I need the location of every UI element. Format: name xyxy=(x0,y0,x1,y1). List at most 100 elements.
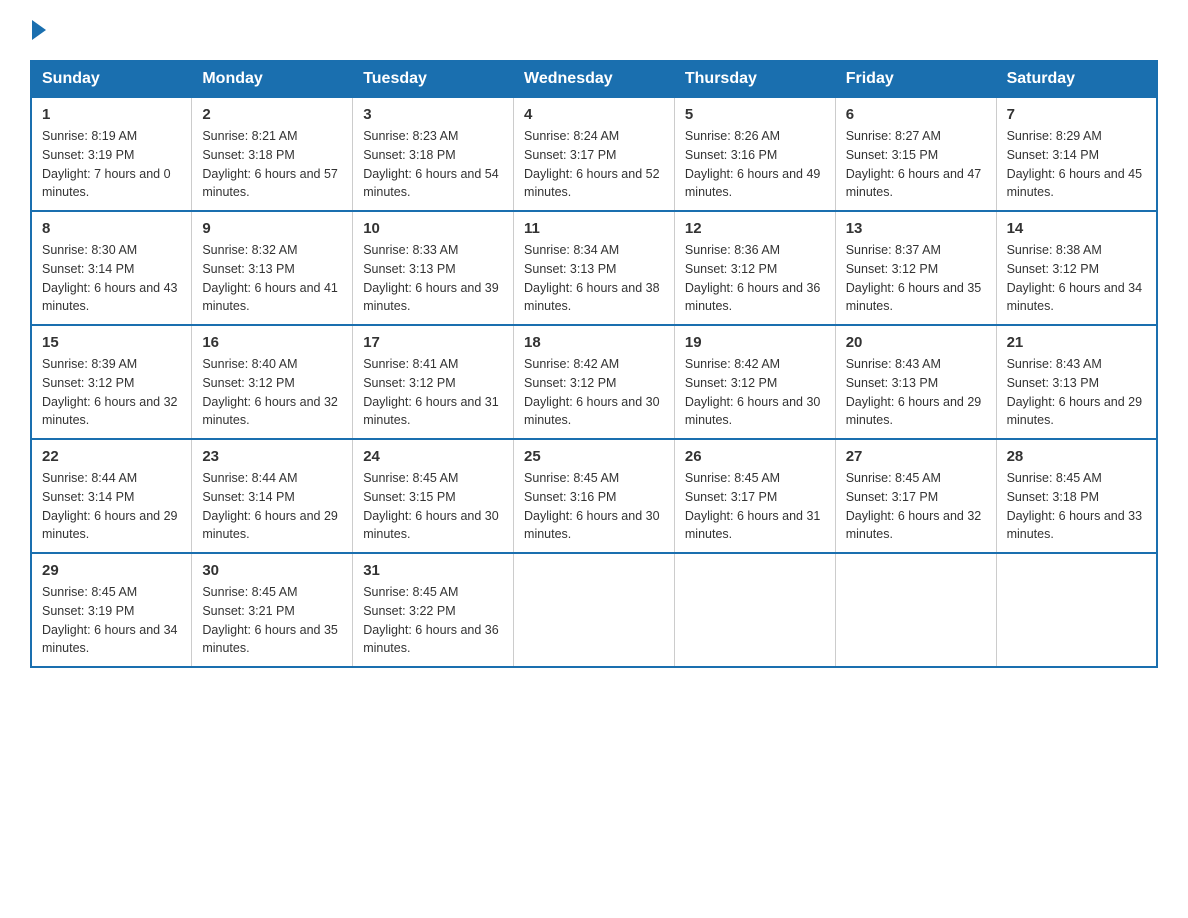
calendar-day-cell xyxy=(996,553,1157,667)
day-info: Sunrise: 8:37 AMSunset: 3:12 PMDaylight:… xyxy=(846,243,982,313)
day-number: 4 xyxy=(524,106,664,123)
calendar-day-cell: 25 Sunrise: 8:45 AMSunset: 3:16 PMDaylig… xyxy=(514,439,675,553)
calendar-header-row: SundayMondayTuesdayWednesdayThursdayFrid… xyxy=(31,61,1157,97)
day-info: Sunrise: 8:19 AMSunset: 3:19 PMDaylight:… xyxy=(42,129,171,199)
day-of-week-header: Saturday xyxy=(996,61,1157,97)
calendar-day-cell: 9 Sunrise: 8:32 AMSunset: 3:13 PMDayligh… xyxy=(192,211,353,325)
calendar-day-cell: 14 Sunrise: 8:38 AMSunset: 3:12 PMDaylig… xyxy=(996,211,1157,325)
calendar-day-cell: 22 Sunrise: 8:44 AMSunset: 3:14 PMDaylig… xyxy=(31,439,192,553)
calendar-day-cell: 10 Sunrise: 8:33 AMSunset: 3:13 PMDaylig… xyxy=(353,211,514,325)
calendar-day-cell: 27 Sunrise: 8:45 AMSunset: 3:17 PMDaylig… xyxy=(835,439,996,553)
calendar-day-cell: 20 Sunrise: 8:43 AMSunset: 3:13 PMDaylig… xyxy=(835,325,996,439)
day-info: Sunrise: 8:26 AMSunset: 3:16 PMDaylight:… xyxy=(685,129,821,199)
day-info: Sunrise: 8:30 AMSunset: 3:14 PMDaylight:… xyxy=(42,243,178,313)
calendar-day-cell: 2 Sunrise: 8:21 AMSunset: 3:18 PMDayligh… xyxy=(192,97,353,211)
day-info: Sunrise: 8:40 AMSunset: 3:12 PMDaylight:… xyxy=(202,357,338,427)
day-info: Sunrise: 8:36 AMSunset: 3:12 PMDaylight:… xyxy=(685,243,821,313)
day-number: 18 xyxy=(524,334,664,351)
calendar-day-cell: 28 Sunrise: 8:45 AMSunset: 3:18 PMDaylig… xyxy=(996,439,1157,553)
day-number: 13 xyxy=(846,220,986,237)
day-of-week-header: Thursday xyxy=(674,61,835,97)
page-header xyxy=(30,20,1158,40)
day-info: Sunrise: 8:32 AMSunset: 3:13 PMDaylight:… xyxy=(202,243,338,313)
day-info: Sunrise: 8:45 AMSunset: 3:22 PMDaylight:… xyxy=(363,585,499,655)
logo xyxy=(30,20,46,40)
calendar-day-cell xyxy=(835,553,996,667)
calendar-day-cell: 21 Sunrise: 8:43 AMSunset: 3:13 PMDaylig… xyxy=(996,325,1157,439)
day-of-week-header: Sunday xyxy=(31,61,192,97)
day-info: Sunrise: 8:45 AMSunset: 3:17 PMDaylight:… xyxy=(846,471,982,541)
calendar-day-cell: 19 Sunrise: 8:42 AMSunset: 3:12 PMDaylig… xyxy=(674,325,835,439)
calendar-day-cell: 18 Sunrise: 8:42 AMSunset: 3:12 PMDaylig… xyxy=(514,325,675,439)
day-number: 3 xyxy=(363,106,503,123)
day-number: 28 xyxy=(1007,448,1146,465)
calendar-week-row: 1 Sunrise: 8:19 AMSunset: 3:19 PMDayligh… xyxy=(31,97,1157,211)
day-number: 30 xyxy=(202,562,342,579)
day-info: Sunrise: 8:29 AMSunset: 3:14 PMDaylight:… xyxy=(1007,129,1143,199)
calendar-day-cell: 4 Sunrise: 8:24 AMSunset: 3:17 PMDayligh… xyxy=(514,97,675,211)
day-number: 10 xyxy=(363,220,503,237)
day-number: 21 xyxy=(1007,334,1146,351)
calendar-day-cell: 15 Sunrise: 8:39 AMSunset: 3:12 PMDaylig… xyxy=(31,325,192,439)
calendar-day-cell: 5 Sunrise: 8:26 AMSunset: 3:16 PMDayligh… xyxy=(674,97,835,211)
day-number: 9 xyxy=(202,220,342,237)
day-info: Sunrise: 8:45 AMSunset: 3:19 PMDaylight:… xyxy=(42,585,178,655)
logo-arrow-icon xyxy=(32,20,46,40)
day-number: 25 xyxy=(524,448,664,465)
calendar-day-cell: 1 Sunrise: 8:19 AMSunset: 3:19 PMDayligh… xyxy=(31,97,192,211)
day-info: Sunrise: 8:42 AMSunset: 3:12 PMDaylight:… xyxy=(524,357,660,427)
day-number: 15 xyxy=(42,334,181,351)
day-number: 19 xyxy=(685,334,825,351)
day-info: Sunrise: 8:23 AMSunset: 3:18 PMDaylight:… xyxy=(363,129,499,199)
day-info: Sunrise: 8:45 AMSunset: 3:17 PMDaylight:… xyxy=(685,471,821,541)
day-number: 26 xyxy=(685,448,825,465)
calendar-day-cell: 26 Sunrise: 8:45 AMSunset: 3:17 PMDaylig… xyxy=(674,439,835,553)
calendar-day-cell: 31 Sunrise: 8:45 AMSunset: 3:22 PMDaylig… xyxy=(353,553,514,667)
day-info: Sunrise: 8:42 AMSunset: 3:12 PMDaylight:… xyxy=(685,357,821,427)
calendar-day-cell xyxy=(674,553,835,667)
day-info: Sunrise: 8:43 AMSunset: 3:13 PMDaylight:… xyxy=(846,357,982,427)
calendar-day-cell: 24 Sunrise: 8:45 AMSunset: 3:15 PMDaylig… xyxy=(353,439,514,553)
day-of-week-header: Friday xyxy=(835,61,996,97)
day-number: 22 xyxy=(42,448,181,465)
day-number: 5 xyxy=(685,106,825,123)
day-info: Sunrise: 8:33 AMSunset: 3:13 PMDaylight:… xyxy=(363,243,499,313)
day-info: Sunrise: 8:27 AMSunset: 3:15 PMDaylight:… xyxy=(846,129,982,199)
day-number: 14 xyxy=(1007,220,1146,237)
calendar-day-cell: 30 Sunrise: 8:45 AMSunset: 3:21 PMDaylig… xyxy=(192,553,353,667)
calendar-day-cell: 16 Sunrise: 8:40 AMSunset: 3:12 PMDaylig… xyxy=(192,325,353,439)
day-info: Sunrise: 8:44 AMSunset: 3:14 PMDaylight:… xyxy=(42,471,178,541)
day-info: Sunrise: 8:43 AMSunset: 3:13 PMDaylight:… xyxy=(1007,357,1143,427)
day-info: Sunrise: 8:24 AMSunset: 3:17 PMDaylight:… xyxy=(524,129,660,199)
day-info: Sunrise: 8:21 AMSunset: 3:18 PMDaylight:… xyxy=(202,129,338,199)
calendar-day-cell: 23 Sunrise: 8:44 AMSunset: 3:14 PMDaylig… xyxy=(192,439,353,553)
calendar-day-cell: 29 Sunrise: 8:45 AMSunset: 3:19 PMDaylig… xyxy=(31,553,192,667)
calendar-day-cell: 6 Sunrise: 8:27 AMSunset: 3:15 PMDayligh… xyxy=(835,97,996,211)
day-number: 8 xyxy=(42,220,181,237)
day-info: Sunrise: 8:44 AMSunset: 3:14 PMDaylight:… xyxy=(202,471,338,541)
day-info: Sunrise: 8:45 AMSunset: 3:21 PMDaylight:… xyxy=(202,585,338,655)
calendar-table: SundayMondayTuesdayWednesdayThursdayFrid… xyxy=(30,60,1158,668)
day-number: 29 xyxy=(42,562,181,579)
calendar-day-cell: 8 Sunrise: 8:30 AMSunset: 3:14 PMDayligh… xyxy=(31,211,192,325)
day-number: 24 xyxy=(363,448,503,465)
day-number: 17 xyxy=(363,334,503,351)
day-number: 20 xyxy=(846,334,986,351)
calendar-week-row: 22 Sunrise: 8:44 AMSunset: 3:14 PMDaylig… xyxy=(31,439,1157,553)
day-info: Sunrise: 8:39 AMSunset: 3:12 PMDaylight:… xyxy=(42,357,178,427)
day-info: Sunrise: 8:34 AMSunset: 3:13 PMDaylight:… xyxy=(524,243,660,313)
day-of-week-header: Monday xyxy=(192,61,353,97)
day-number: 27 xyxy=(846,448,986,465)
calendar-week-row: 15 Sunrise: 8:39 AMSunset: 3:12 PMDaylig… xyxy=(31,325,1157,439)
day-of-week-header: Tuesday xyxy=(353,61,514,97)
calendar-day-cell: 13 Sunrise: 8:37 AMSunset: 3:12 PMDaylig… xyxy=(835,211,996,325)
day-number: 1 xyxy=(42,106,181,123)
calendar-day-cell xyxy=(514,553,675,667)
day-info: Sunrise: 8:45 AMSunset: 3:16 PMDaylight:… xyxy=(524,471,660,541)
day-number: 2 xyxy=(202,106,342,123)
day-info: Sunrise: 8:45 AMSunset: 3:15 PMDaylight:… xyxy=(363,471,499,541)
day-number: 23 xyxy=(202,448,342,465)
calendar-week-row: 29 Sunrise: 8:45 AMSunset: 3:19 PMDaylig… xyxy=(31,553,1157,667)
day-info: Sunrise: 8:38 AMSunset: 3:12 PMDaylight:… xyxy=(1007,243,1143,313)
calendar-day-cell: 11 Sunrise: 8:34 AMSunset: 3:13 PMDaylig… xyxy=(514,211,675,325)
